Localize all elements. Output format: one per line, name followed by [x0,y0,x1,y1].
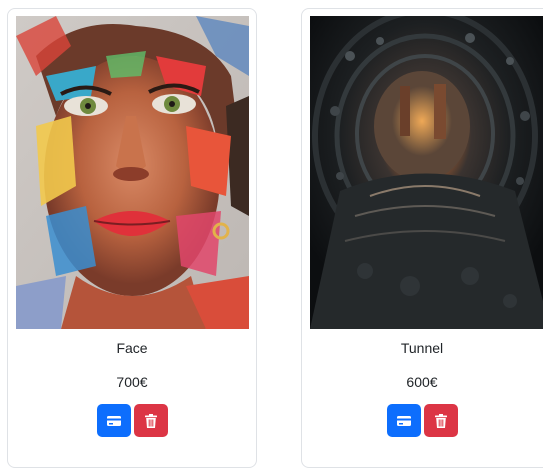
face-painting-image [16,16,249,329]
card-icon [106,415,121,426]
card-icon [396,415,411,426]
trash-icon [434,413,447,428]
tunnel-photo-image [310,16,543,329]
product-card: Tunnel 600€ [301,8,543,468]
buy-button[interactable] [96,404,131,437]
delete-button[interactable] [133,404,168,437]
product-actions [8,404,256,437]
product-price: 600€ [406,374,438,390]
product-title: Face [116,340,148,356]
product-title: Tunnel [400,340,444,356]
product-price: 700€ [116,374,148,390]
product-actions [302,404,542,437]
delete-button[interactable] [423,404,458,437]
product-card: Face 700€ [7,8,257,468]
trash-icon [144,413,157,428]
buy-button[interactable] [386,404,421,437]
